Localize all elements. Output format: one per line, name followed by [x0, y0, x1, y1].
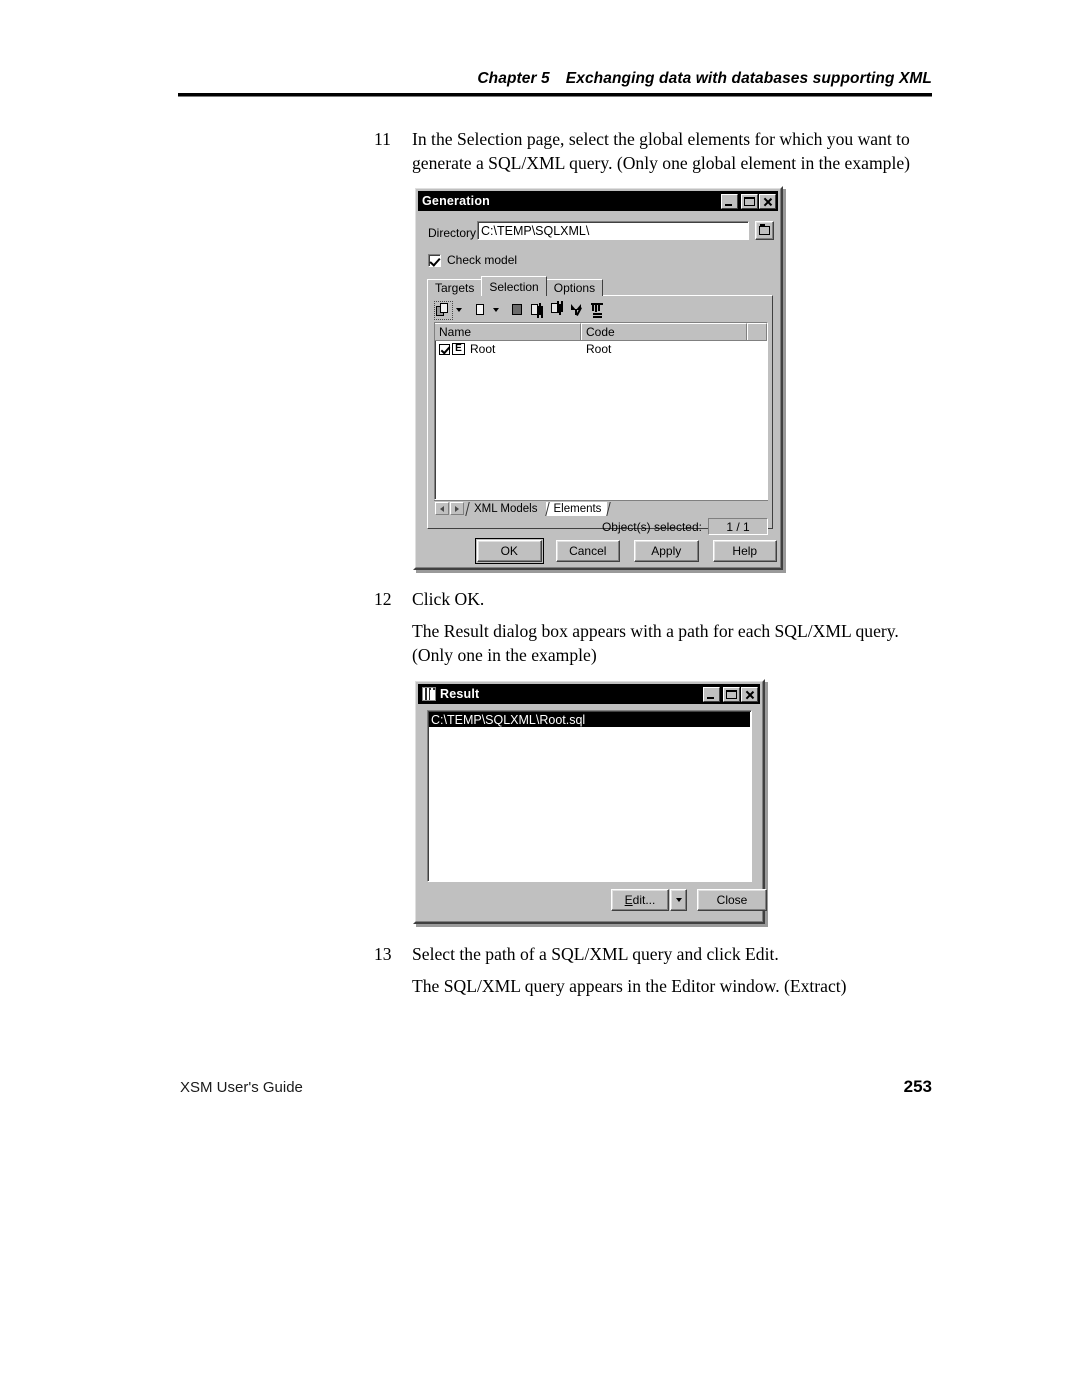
application-icon	[422, 687, 436, 701]
row-name: Root	[470, 342, 496, 356]
step-12-number: 12	[374, 589, 392, 609]
result-action-buttons[interactable]: Edit... Close	[611, 889, 767, 911]
close-button[interactable]: Close	[697, 889, 767, 911]
deselect-all-icon[interactable]	[471, 301, 490, 320]
table-row[interactable]: E Root Root	[435, 341, 767, 357]
move-down-icon[interactable]	[548, 301, 567, 320]
column-header-code[interactable]: Code	[581, 323, 747, 340]
maximize-icon[interactable]	[723, 686, 740, 702]
select-all-dropdown-arrow[interactable]	[454, 301, 464, 320]
step-12-text: Click OK.	[412, 589, 485, 609]
browse-directory-button[interactable]	[755, 221, 774, 240]
step-13-text: Select the path of a SQL/XML query and c…	[412, 944, 779, 964]
chevron-down-icon	[675, 898, 682, 902]
result-dialog[interactable]: Result C:\TEMP\SQLXML\Root.sql Edit... C…	[413, 679, 767, 924]
result-title: Result	[440, 687, 480, 701]
directory-input[interactable]: C:\TEMP\SQLXML\	[477, 221, 749, 240]
status-row: Object(s) selected: 1 / 1	[578, 518, 768, 535]
deselect-all-dropdown-arrow[interactable]	[491, 301, 501, 320]
sheet-tabs[interactable]: XML Models Elements	[434, 500, 768, 516]
step-11-text: In the Selection page, select the global…	[412, 129, 910, 173]
running-head-chapter: Chapter 5	[477, 70, 550, 87]
remove-filter-icon[interactable]	[588, 301, 607, 320]
row-code: Root	[586, 342, 612, 356]
tab-targets[interactable]: Targets	[427, 279, 483, 296]
selection-toolbar[interactable]	[434, 299, 607, 321]
result-path-list[interactable]: C:\TEMP\SQLXML\Root.sql	[427, 710, 752, 882]
elements-listview[interactable]: Name Code E Root Root	[434, 322, 768, 500]
apply-button[interactable]: Apply	[634, 540, 699, 562]
footer-guide-name: XSM User's Guide	[180, 1079, 303, 1096]
step-13: 13 Select the path of a SQL/XML query an…	[374, 943, 934, 967]
edit-dropdown-button[interactable]	[670, 889, 687, 911]
step-12-followup: The Result dialog box appears with a pat…	[412, 621, 899, 665]
select-all-icon[interactable]	[434, 300, 453, 320]
listview-header: Name Code	[435, 323, 767, 341]
sheet-tab-tail	[607, 502, 615, 516]
tab-selection[interactable]: Selection	[481, 276, 547, 296]
directory-label: Directory:	[428, 226, 480, 240]
dialog-action-buttons[interactable]: OK Cancel Apply Help	[475, 538, 777, 564]
column-header-name[interactable]: Name	[435, 323, 581, 340]
step-11-number: 11	[374, 129, 391, 149]
column-header-spacer	[747, 323, 767, 340]
folder-icon	[759, 224, 770, 235]
help-button[interactable]: Help	[712, 540, 777, 562]
header-rule-shadow	[178, 96, 932, 97]
check-model-checkbox[interactable]	[428, 253, 441, 267]
tab-options[interactable]: Options	[545, 279, 604, 296]
step-13-number: 13	[374, 944, 392, 964]
generation-window-controls[interactable]	[721, 193, 776, 209]
step-13-followup: The SQL/XML query appears in the Editor …	[412, 976, 847, 996]
page-number: 253	[903, 1077, 932, 1096]
check-model-label: Check model	[447, 253, 518, 267]
sheet-tab-xml-models[interactable]: XML Models	[466, 502, 544, 516]
edit-accelerator: E	[624, 893, 633, 907]
minimize-icon[interactable]	[703, 686, 720, 702]
invert-selection-icon[interactable]	[508, 301, 527, 320]
sheet-scroll-left-icon[interactable]	[435, 502, 449, 515]
result-window-controls[interactable]	[703, 686, 758, 702]
close-icon[interactable]	[741, 686, 758, 702]
step-12: 12 Click OK.	[374, 588, 934, 612]
edit-button[interactable]: Edit...	[611, 889, 669, 911]
generation-dialog[interactable]: Generation Directory: C:\TEMP\SQLXML\ Ch…	[413, 186, 783, 570]
objects-selected-value: 1 / 1	[708, 518, 768, 535]
maximize-icon[interactable]	[741, 193, 758, 209]
element-type-icon: E	[452, 343, 465, 355]
minimize-icon[interactable]	[721, 193, 738, 209]
tabstrip[interactable]: Targets Selection Options	[427, 276, 773, 296]
move-up-icon[interactable]	[528, 301, 547, 320]
ok-button[interactable]: OK	[475, 538, 544, 564]
objects-selected-label: Object(s) selected:	[601, 519, 702, 534]
running-head: Chapter 5 Exchanging data with databases …	[178, 70, 932, 88]
cancel-button[interactable]: Cancel	[555, 540, 620, 562]
result-titlebar[interactable]: Result	[418, 684, 760, 704]
edit-label-rest: dit...	[632, 893, 656, 907]
check-model-row[interactable]: Check model	[428, 253, 517, 267]
row-checkbox[interactable]	[439, 343, 450, 355]
selection-tab-panel: Name Code E Root Root XML Models Element…	[427, 295, 773, 535]
edit-filter-icon[interactable]	[568, 301, 587, 320]
list-item[interactable]: C:\TEMP\SQLXML\Root.sql	[429, 712, 750, 727]
step-11: 11 In the Selection page, select the glo…	[374, 128, 934, 175]
running-head-title: Exchanging data with databases supportin…	[565, 70, 932, 87]
sheet-tab-elements[interactable]: Elements	[545, 501, 608, 516]
generation-title: Generation	[422, 194, 490, 208]
sheet-scroll-right-icon[interactable]	[450, 502, 464, 515]
generation-titlebar[interactable]: Generation	[418, 191, 778, 211]
close-icon[interactable]	[759, 193, 776, 209]
